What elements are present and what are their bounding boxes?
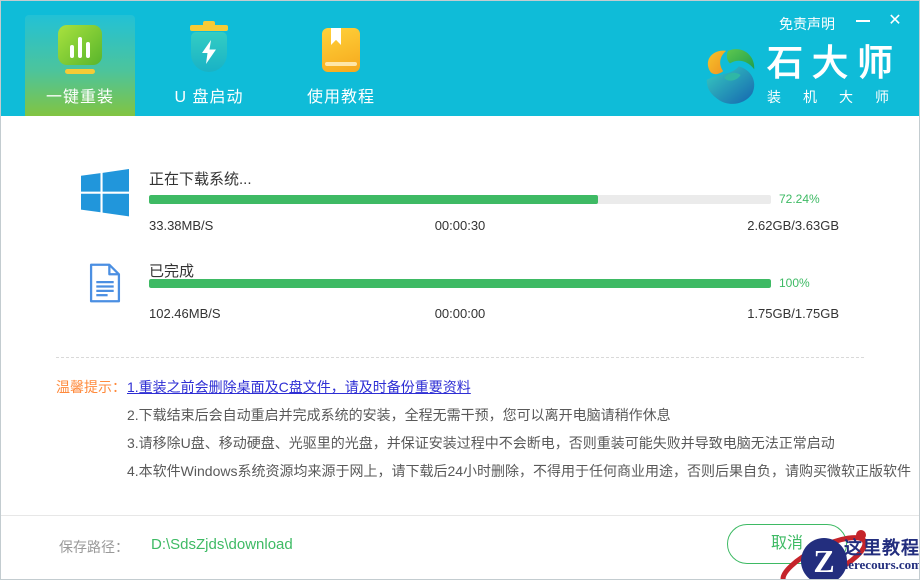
disclaimer-link[interactable]: 免责声明 [779, 14, 835, 34]
tip-item-1: 1.重装之前会删除桌面及C盘文件，请及时备份重要资料 [127, 377, 471, 397]
brand: 石大师 装机大师 [699, 45, 911, 107]
tab-label: 使用教程 [286, 83, 396, 107]
tip-item-2: 2.下载结束后会自动重启并完成系统的安装，全程无需干预，您可以离开电脑请稍作休息 [127, 405, 671, 425]
download-progress-bar [149, 195, 771, 204]
book-icon [286, 25, 396, 83]
completed-time: 00:00:00 [149, 306, 771, 321]
main-content: 正在下载系统... 72.24% 33.38MB/S 00:00:30 2.62… [1, 116, 919, 580]
tip-item-4: 4.本软件Windows系统资源均来源于网上，请下载后24小时删除，不得用于任何… [127, 461, 911, 481]
document-icon [89, 263, 121, 303]
download-time: 00:00:30 [149, 218, 771, 233]
close-button[interactable]: ✕ [883, 9, 907, 33]
download-size: 2.62GB/3.63GB [747, 218, 839, 233]
tab-label: U 盘启动 [154, 83, 264, 107]
cancel-button[interactable]: 取消 [727, 524, 847, 564]
chart-bars-icon [25, 25, 135, 83]
tips-label: 温馨提示： [56, 377, 126, 397]
tip-item-3: 3.请移除U盘、移动硬盘、光驱里的光盘，并保证安装过程中不会断电，否则重装可能失… [127, 433, 835, 453]
completed-progress-fill [149, 279, 771, 288]
minimize-button[interactable] [851, 9, 875, 33]
download-stats: 33.38MB/S 00:00:30 2.62GB/3.63GB [149, 218, 839, 233]
download-status-title: 正在下载系统... [149, 168, 252, 189]
completed-size: 1.75GB/1.75GB [747, 306, 839, 321]
windows-logo-icon [81, 169, 129, 217]
save-path-label: 保存路径： [59, 537, 129, 557]
save-path-value[interactable]: D:\SdsZjds\download [151, 536, 293, 553]
tab-tutorial[interactable]: 使用教程 [286, 15, 396, 116]
header: 一键重装 U 盘启动 使用教程 免责声明 ✕ [1, 1, 919, 116]
brand-logo-icon [699, 45, 761, 107]
completed-progress-bar [149, 279, 771, 288]
completed-status-title: 已完成 [149, 260, 194, 281]
completed-percent: 100% [779, 276, 810, 290]
tab-usb-boot[interactable]: U 盘启动 [154, 15, 264, 116]
completed-stats: 102.46MB/S 00:00:00 1.75GB/1.75GB [149, 306, 839, 321]
app-window: 一键重装 U 盘启动 使用教程 免责声明 ✕ [0, 0, 920, 580]
download-progress-fill [149, 195, 598, 204]
tab-label: 一键重装 [25, 83, 135, 107]
download-percent: 72.24% [779, 192, 820, 206]
tab-one-key-reinstall[interactable]: 一键重装 [25, 15, 135, 116]
brand-subtitle: 装机大师 [767, 87, 911, 107]
minimize-icon [856, 20, 870, 22]
footer-divider [1, 515, 919, 516]
dashed-divider [56, 357, 864, 358]
usb-lightning-icon [154, 25, 264, 83]
brand-title: 石大师 [767, 45, 911, 81]
